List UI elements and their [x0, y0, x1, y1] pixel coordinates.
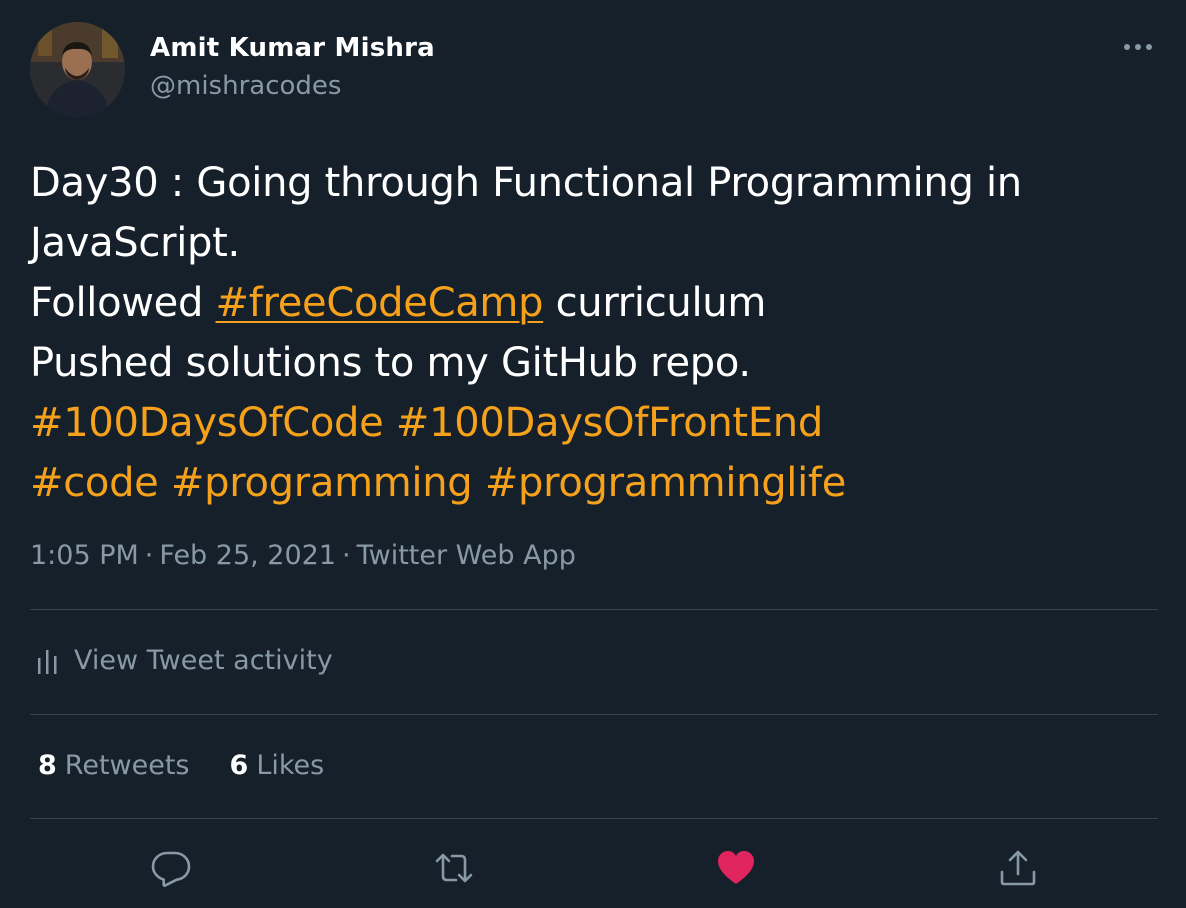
- hashtag-link[interactable]: #100DaysOfFrontEnd: [396, 400, 823, 446]
- share-icon: [1000, 850, 1036, 886]
- view-tweet-activity-label: View Tweet activity: [74, 645, 333, 676]
- analytics-icon: [38, 649, 57, 674]
- meta-separator: ·: [342, 540, 351, 571]
- likes-label: Likes: [256, 750, 325, 781]
- tweet-text-fragment: curriculum: [543, 280, 767, 326]
- tweet-text-line: Followed #freeCodeCamp curriculum: [30, 273, 1150, 333]
- retweets-label: Retweets: [64, 750, 190, 781]
- more-options-button[interactable]: [1118, 32, 1158, 62]
- tweet-text-fragment: Followed: [30, 280, 216, 326]
- divider: [30, 714, 1158, 715]
- heart-icon: [718, 851, 754, 884]
- hashtag-link[interactable]: #programming: [171, 460, 473, 506]
- retweet-icon: [435, 853, 473, 883]
- retweets-stat[interactable]: 8 Retweets: [38, 750, 190, 781]
- retweet-button[interactable]: [430, 844, 478, 892]
- tweet-date[interactable]: Feb 25, 2021: [159, 540, 336, 571]
- like-button[interactable]: [712, 844, 760, 892]
- author-handle[interactable]: @mishracodes: [150, 71, 341, 101]
- tweet-text-line: JavaScript.: [30, 220, 240, 266]
- author-name[interactable]: Amit Kumar Mishra: [150, 33, 435, 63]
- hashtag-link[interactable]: #programminglife: [485, 460, 847, 506]
- likes-count: 6: [229, 750, 249, 781]
- likes-stat[interactable]: 6 Likes: [230, 750, 325, 781]
- tweet-stats: 8 Retweets 6 Likes: [38, 750, 324, 781]
- tweet-text: Day30 : Going through Functional Program…: [30, 153, 1150, 513]
- reply-button[interactable]: [147, 844, 195, 892]
- tweet-meta: 1:05 PM · Feb 25, 2021 · Twitter Web App: [30, 540, 576, 571]
- divider: [30, 609, 1158, 610]
- divider: [30, 818, 1158, 819]
- tweet-source[interactable]: Twitter Web App: [357, 540, 576, 571]
- hashtag-link[interactable]: #code: [30, 460, 159, 506]
- retweets-count: 8: [38, 750, 57, 781]
- hashtag-line: #100DaysOfCode #100DaysOfFrontEnd: [30, 393, 1150, 453]
- tweet-text-line: Pushed solutions to my GitHub repo.: [30, 340, 751, 386]
- tweet-time[interactable]: 1:05 PM: [30, 540, 139, 571]
- share-button[interactable]: [994, 844, 1042, 892]
- tweet-card: Amit Kumar Mishra @mishracodes Day30 : G…: [0, 0, 1186, 908]
- reply-icon: [151, 851, 191, 887]
- view-tweet-activity-link[interactable]: View Tweet activity: [36, 645, 333, 676]
- hashtag-line: #code #programming #programminglife: [30, 453, 1150, 513]
- more-dots-icon: [1124, 44, 1152, 50]
- hashtag-link[interactable]: #100DaysOfCode: [30, 400, 384, 446]
- tweet-text-line: Day30 : Going through Functional Program…: [30, 160, 1022, 206]
- avatar[interactable]: [30, 22, 125, 117]
- hashtag-link[interactable]: #freeCodeCamp: [215, 280, 543, 326]
- avatar-image: [30, 22, 125, 117]
- meta-separator: ·: [144, 540, 154, 571]
- tweet-actions: [0, 840, 1186, 896]
